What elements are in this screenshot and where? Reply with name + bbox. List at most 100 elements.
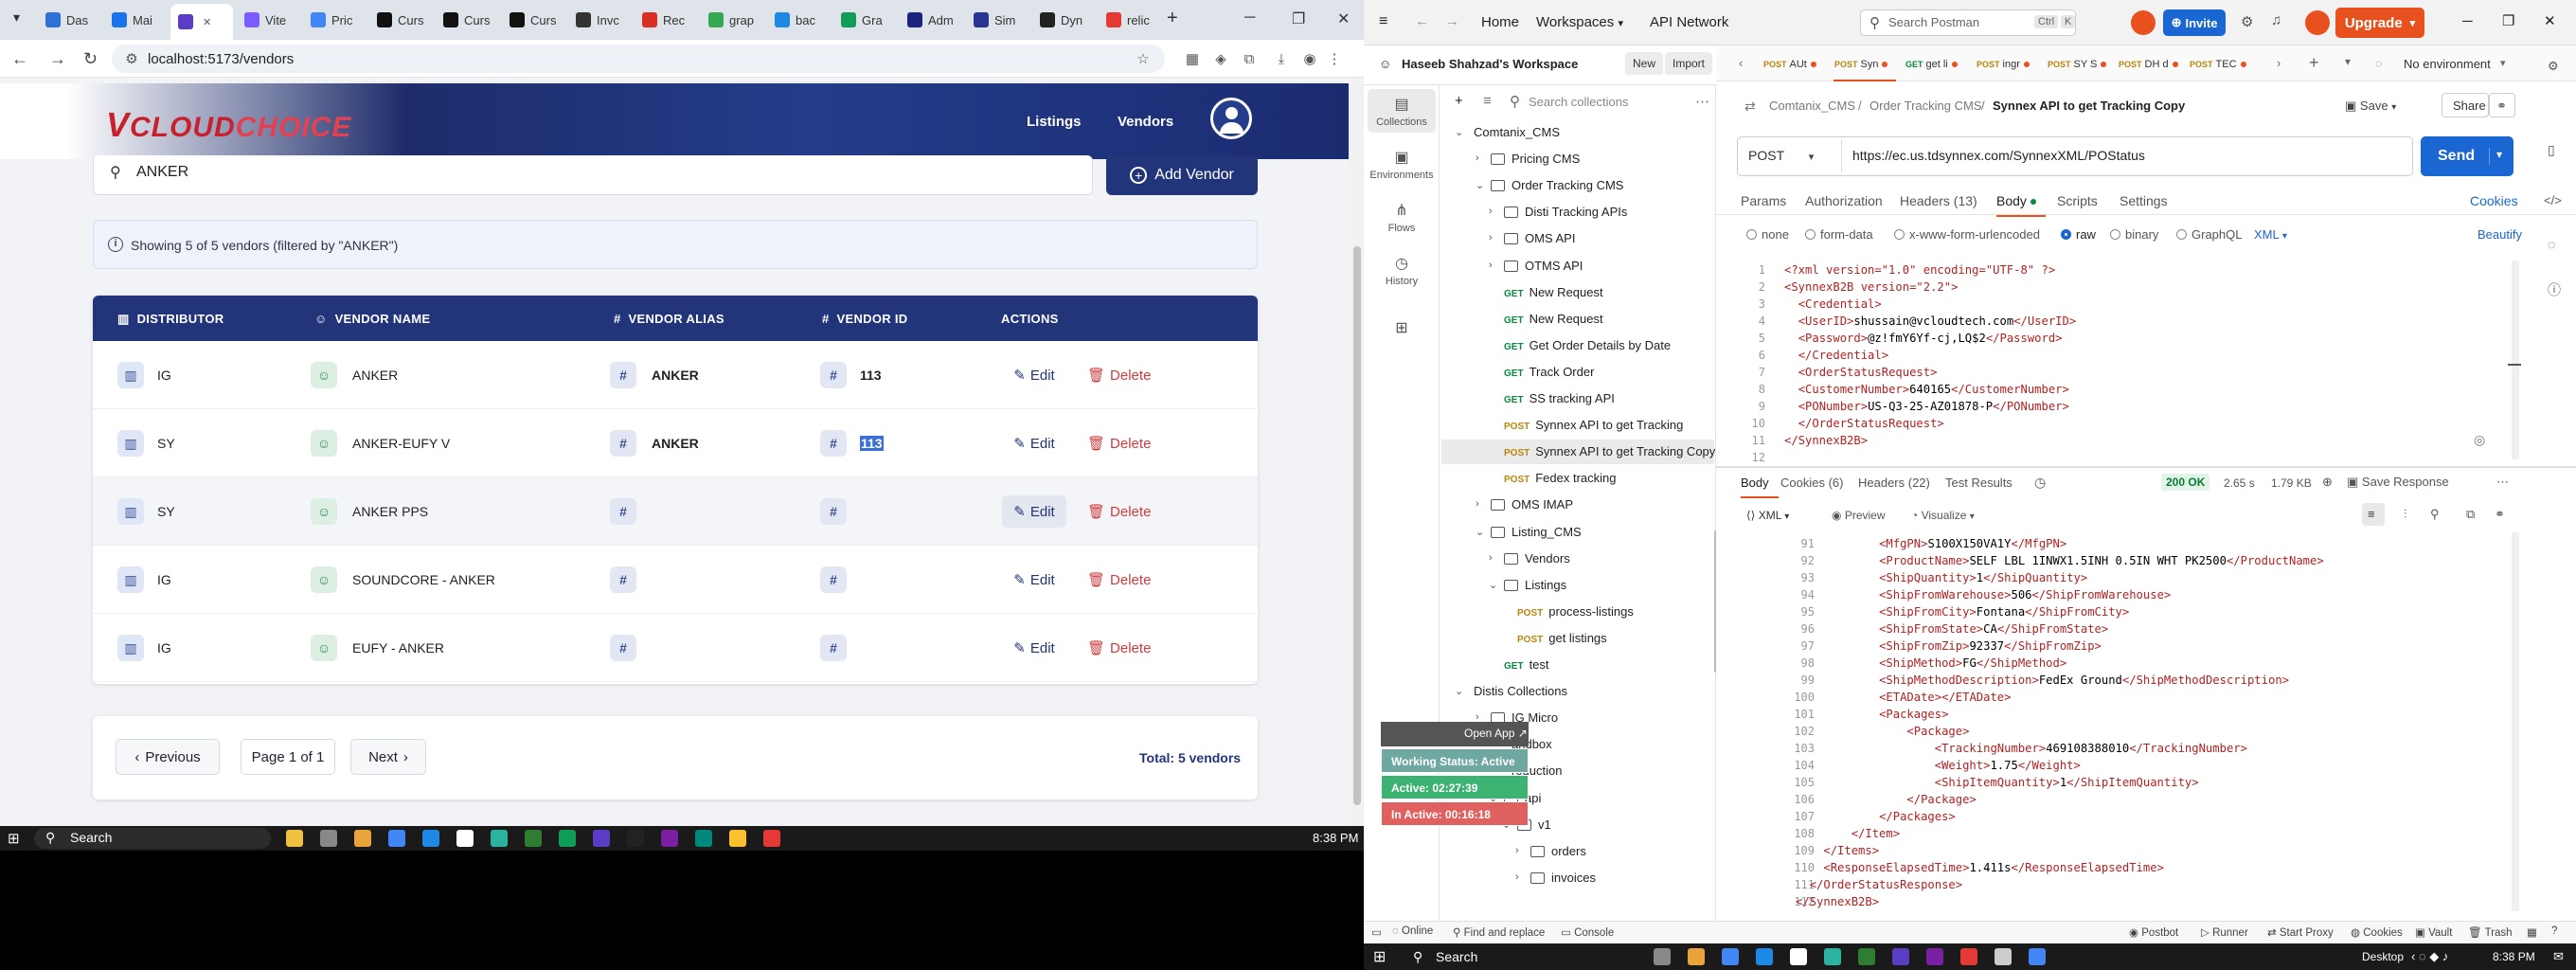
body-language-select[interactable]: XML ▾ xyxy=(2254,227,2287,242)
layout-icon[interactable]: ▦ xyxy=(2527,925,2537,939)
minimize-icon[interactable]: ─ xyxy=(1244,9,1255,27)
breadcrumb-folder[interactable]: Order Tracking CMS xyxy=(1869,99,1981,113)
request-tab[interactable]: GET get li xyxy=(1905,59,1958,70)
browser-tab[interactable]: relic xyxy=(1099,6,1161,34)
tree-folder[interactable]: OMS API xyxy=(1525,231,1575,245)
delete-button[interactable]: 🗑 Delete xyxy=(1087,435,1151,452)
resp-tab-headers[interactable]: Headers (22) xyxy=(1858,476,1930,490)
body-binary-radio[interactable]: binary xyxy=(2110,227,2158,242)
profile-icon[interactable]: ◉ xyxy=(1301,51,1318,68)
taskbar-app-icon[interactable] xyxy=(2029,948,2046,965)
extensions-puzzle-icon[interactable]: ⧉ xyxy=(1241,51,1258,68)
tree-request[interactable]: GET Track Order xyxy=(1504,365,1594,379)
edit-button[interactable]: ✎ Edit xyxy=(1002,427,1066,459)
network-icon[interactable]: ⊕ xyxy=(2322,475,2333,490)
browser-tab[interactable]: Dyn xyxy=(1032,6,1095,34)
tree-folder[interactable]: Vendors xyxy=(1525,551,1570,566)
pane-resizer[interactable] xyxy=(1716,466,2576,468)
chevron-right-icon[interactable]: › xyxy=(1476,153,1479,164)
help-icon[interactable]: ? xyxy=(2551,925,2557,937)
new-button[interactable]: New xyxy=(1625,52,1664,75)
beautify-link[interactable]: Beautify xyxy=(2478,227,2522,242)
browser-tab[interactable]: Das xyxy=(38,6,100,34)
tree-request[interactable]: GET SS tracking API xyxy=(1504,391,1615,405)
postbot-icon[interactable] xyxy=(2131,10,2156,35)
editor-settings-icon[interactable]: ◎ xyxy=(2474,432,2485,448)
history-icon[interactable]: ◷ xyxy=(2034,475,2046,491)
previous-button[interactable]: ‹ Previous xyxy=(116,739,220,775)
delete-button[interactable]: 🗑 Delete xyxy=(1087,639,1151,656)
taskbar-app-icon[interactable] xyxy=(661,830,678,847)
tray-icons[interactable]: ‹ ◌ ◆ ♪ xyxy=(2411,949,2448,964)
tree-request[interactable]: POST Fedex tracking xyxy=(1504,471,1617,485)
taskbar-app-icon[interactable] xyxy=(1960,948,1977,965)
taskbar-app-icon[interactable] xyxy=(593,830,610,847)
filter-icon[interactable]: ⫶ xyxy=(2404,507,2406,522)
tab-authorization[interactable]: Authorization xyxy=(1805,193,1883,208)
taskbar-app-icon[interactable] xyxy=(320,830,337,847)
delete-button[interactable]: 🗑 Delete xyxy=(1087,571,1151,588)
invite-button[interactable]: ⊕ Invite xyxy=(2163,9,2226,36)
col-vendor-alias[interactable]: # VENDOR ALIAS xyxy=(614,312,724,326)
tree-folder[interactable]: Order Tracking CMS xyxy=(1512,178,1623,192)
tab-close-icon[interactable]: ✕ xyxy=(203,16,211,28)
tab-body[interactable]: Body xyxy=(1996,193,2046,217)
search-value[interactable]: ANKER xyxy=(136,164,188,181)
col-vendor-id[interactable]: # VENDOR ID xyxy=(822,312,907,326)
extension-icon[interactable]: ◈ xyxy=(1212,51,1229,68)
chevron-right-icon[interactable]: › xyxy=(1489,206,1493,217)
environment-selector[interactable]: No environment xyxy=(2404,57,2491,71)
body-raw-radio[interactable]: raw xyxy=(2061,227,2096,242)
upgrade-button[interactable]: Upgrade ▾ xyxy=(2335,8,2424,38)
site-info-icon[interactable]: ⚙ xyxy=(123,51,140,68)
request-tab[interactable]: POST TEC xyxy=(2190,59,2246,70)
request-tab[interactable]: POST SY S xyxy=(2048,59,2107,70)
wrap-lines-icon[interactable]: ≡ xyxy=(2368,507,2375,521)
docs-icon[interactable]: ▯ xyxy=(2548,142,2555,158)
add-collection-icon[interactable]: + xyxy=(1455,93,1463,109)
browser-tab[interactable]: Curs xyxy=(502,6,564,34)
delete-button[interactable]: 🗑 Delete xyxy=(1087,367,1151,384)
taskbar-app-icon[interactable] xyxy=(695,830,712,847)
request-url-input[interactable]: https://ec.us.tdsynnex.com/SynnexXML/POS… xyxy=(1852,148,2145,163)
share-button[interactable]: Share xyxy=(2453,99,2486,113)
info-icon[interactable]: ⓘ xyxy=(2548,280,2561,299)
taskbar-app-icon[interactable] xyxy=(456,830,474,847)
browser-tab[interactable]: Adm xyxy=(900,6,962,34)
forward-icon[interactable]: → xyxy=(1445,13,1459,29)
chevron-right-icon[interactable]: › xyxy=(1489,232,1493,243)
vendor-search-input[interactable] xyxy=(93,155,1093,195)
close-icon[interactable]: ✕ xyxy=(2544,12,2556,29)
tree-request[interactable]: GET Get Order Details by Date xyxy=(1504,338,1671,352)
nav-vendors[interactable]: Vendors xyxy=(1118,114,1173,130)
taskbar-app-icon[interactable] xyxy=(1824,948,1841,965)
rail-collections[interactable]: ▤ Collections xyxy=(1368,95,1436,128)
taskbar-app-icon[interactable] xyxy=(1892,948,1909,965)
tree-folder[interactable]: Listings xyxy=(1525,578,1566,592)
visualize-button[interactable]: ◔ Visualize ▾ xyxy=(1911,509,1975,522)
add-vendor-button[interactable]: + Add Vendor xyxy=(1106,155,1258,195)
response-scrollbar[interactable] xyxy=(2512,532,2519,911)
nav-listings[interactable]: Listings xyxy=(1027,114,1082,130)
extension-icon[interactable]: ▦ xyxy=(1184,51,1201,68)
tab-scripts[interactable]: Scripts xyxy=(2057,193,2098,208)
tree-folder[interactable]: OTMS API xyxy=(1525,259,1583,273)
request-title[interactable]: Synnex API to get Tracking Copy xyxy=(1993,99,2185,113)
taskbar-app-icon[interactable] xyxy=(559,830,576,847)
browser-tab[interactable]: Sim xyxy=(966,6,1029,34)
runner[interactable]: ▷ Runner xyxy=(2201,925,2248,939)
taskbar-app-icon[interactable] xyxy=(1654,948,1671,965)
save-button[interactable]: ▣ Save ▾ xyxy=(2345,99,2396,114)
url-text[interactable]: localhost:5173/vendors xyxy=(148,51,294,67)
chevron-down-icon[interactable]: ⌄ xyxy=(1476,526,1484,538)
chevron-right-icon[interactable]: › xyxy=(1515,845,1519,856)
new-tab-icon[interactable]: + xyxy=(2309,53,2319,73)
request-tab[interactable]: POST ingr xyxy=(1977,59,2030,70)
settings-gear-icon[interactable]: ⚙ xyxy=(2241,13,2253,30)
browser-tab[interactable]: Mai xyxy=(104,6,167,34)
taskbar-app-icon[interactable] xyxy=(1995,948,2012,965)
save-response-button[interactable]: ▣ Save Response xyxy=(2347,475,2449,490)
taskbar-app-icon[interactable] xyxy=(388,830,405,847)
taskbar-app-icon[interactable] xyxy=(627,830,644,847)
browser-tab[interactable]: Curs xyxy=(369,6,432,34)
